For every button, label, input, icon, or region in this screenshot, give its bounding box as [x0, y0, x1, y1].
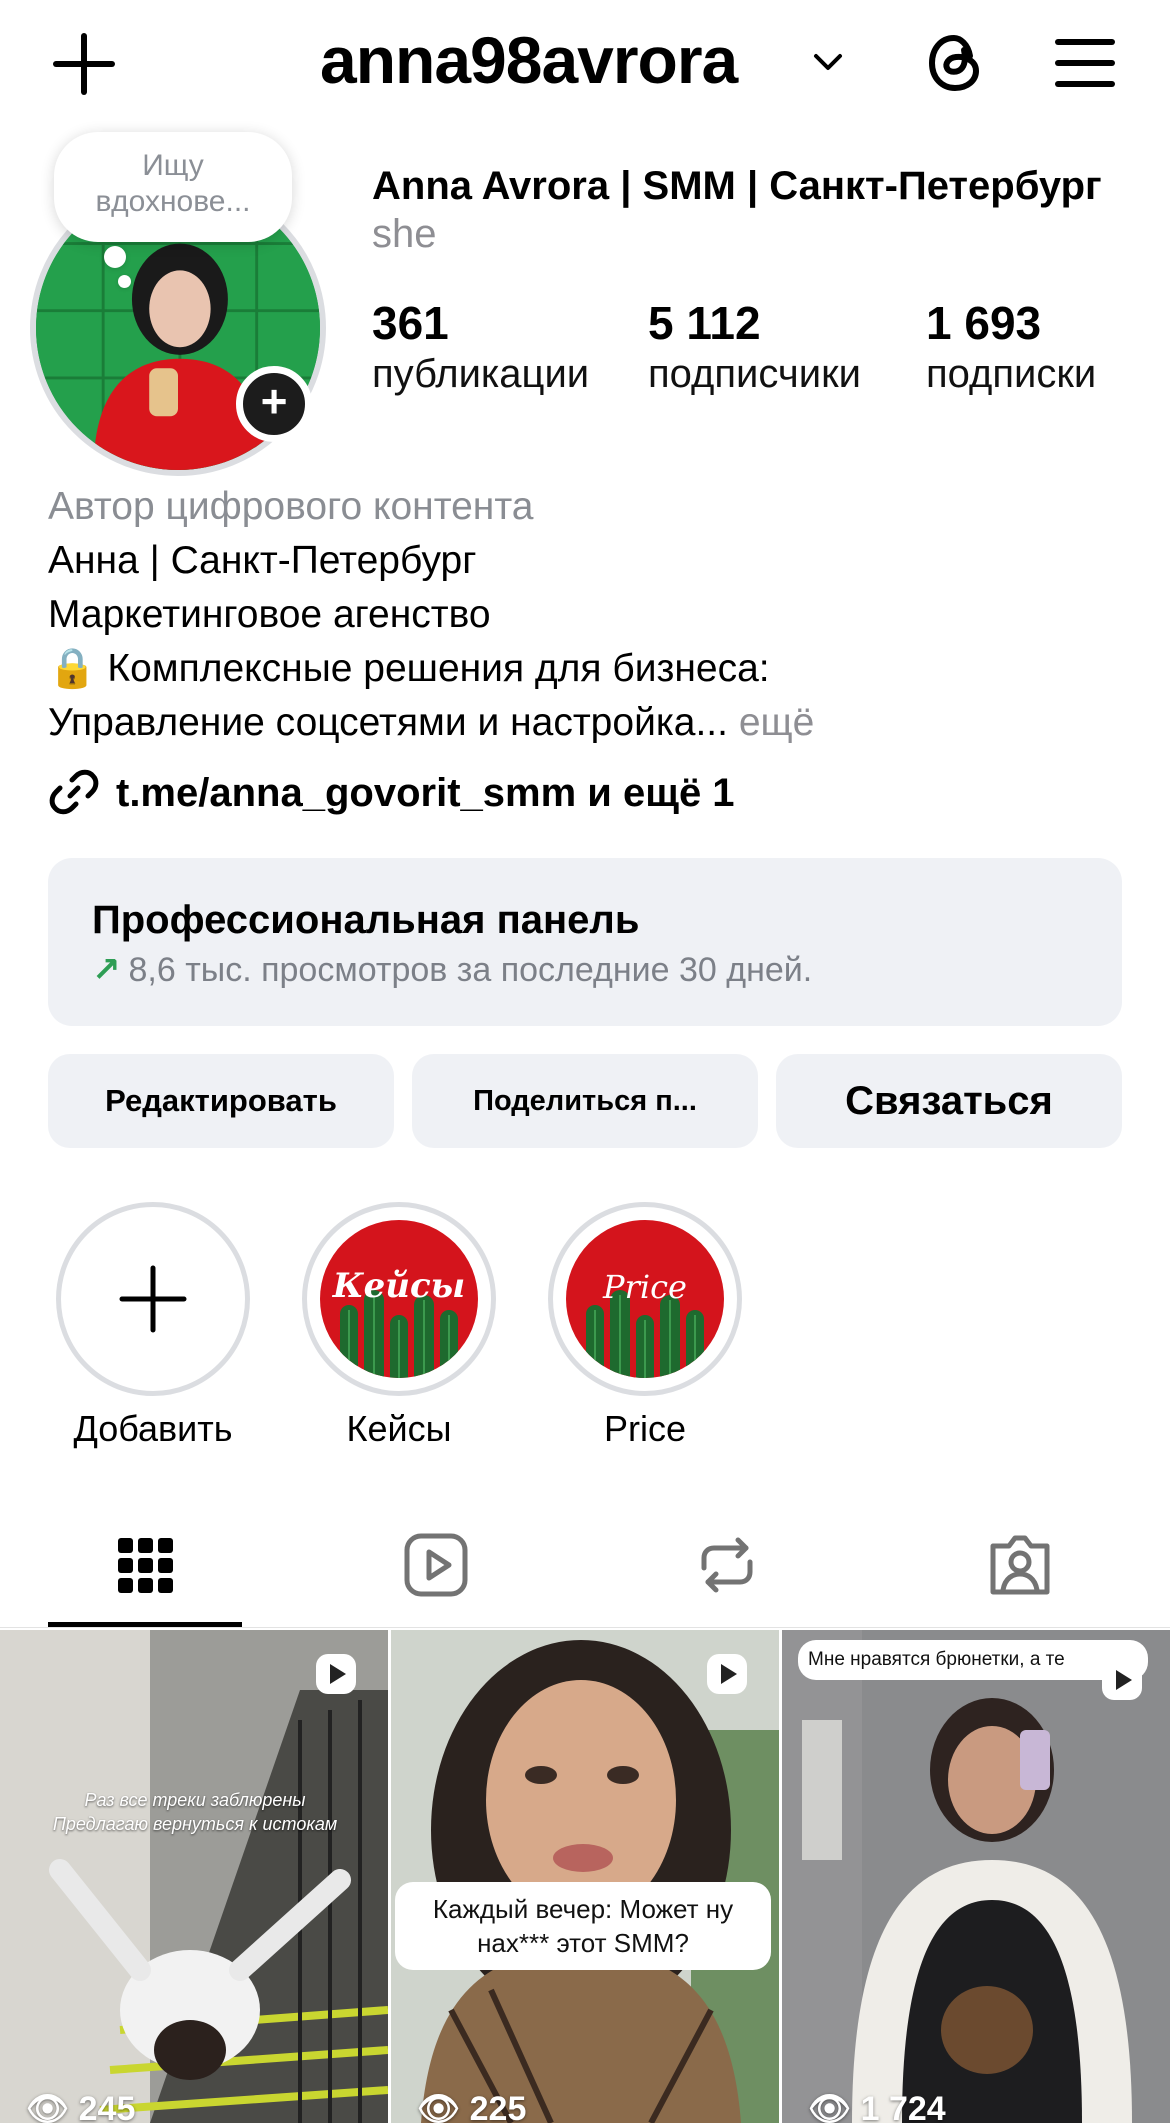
- note-bubble-tail-small: [118, 275, 131, 288]
- followers-count[interactable]: 5 112: [648, 296, 761, 350]
- pro-panel-subtitle: ↗ 8,6 тыс. просмотров за последние 30 дне…: [92, 950, 812, 990]
- highlight-cases[interactable]: Кейсы: [302, 1202, 496, 1396]
- profile-link[interactable]: t.me/anna_govorit_smm и ещё 1: [48, 766, 735, 818]
- link-icon: [49, 769, 99, 815]
- share-profile-button[interactable]: Поделиться п...: [412, 1054, 758, 1148]
- highlight-cover-text: Кейсы: [332, 1266, 466, 1306]
- highlight-label: Кейсы: [346, 1408, 452, 1449]
- edit-profile-button[interactable]: Редактировать: [48, 1054, 394, 1148]
- post-tile[interactable]: Раз все треки заблюрены Предлагаю вернут…: [0, 1630, 388, 2123]
- bio-line: Маркетинговое агенство: [48, 593, 491, 636]
- username-title[interactable]: anna98avrora: [320, 22, 738, 98]
- note-bubble-tail: [104, 246, 126, 268]
- bio-line: Управление соцсетями и настройка...: [48, 701, 728, 744]
- threads-icon[interactable]: [918, 26, 992, 100]
- views-count: 245: [78, 2090, 136, 2123]
- pro-panel-stats: 8,6 тыс. просмотров за последние 30 дней…: [128, 951, 813, 989]
- post-tile[interactable]: Мне нравятся брюнетки, а те 👁 1 724: [782, 1630, 1170, 2123]
- highlight-label: Price: [603, 1408, 687, 1449]
- eye-icon: 👁: [808, 2090, 852, 2123]
- posts-count[interactable]: 361: [372, 296, 449, 350]
- reel-badge-icon: [707, 1654, 747, 1694]
- reel-badge-icon: [1102, 1660, 1142, 1700]
- highlight-add[interactable]: [56, 1202, 250, 1396]
- profile-link-text: t.me/anna_govorit_smm и ещё 1: [116, 771, 735, 815]
- post-caption: Каждый вечер: Может ну нах*** этот SMM?: [395, 1882, 771, 1970]
- repost-icon[interactable]: [692, 1530, 762, 1600]
- bio-line: 🔒 Комплексные решения для бизнеса:: [48, 647, 770, 690]
- grid-icon[interactable]: [110, 1530, 180, 1600]
- highlight-price[interactable]: Price: [548, 1202, 742, 1396]
- bio-more-link[interactable]: ещё: [739, 701, 814, 744]
- full-name: Anna Avrora | SMM | Санкт-Петербург: [372, 164, 1102, 208]
- post-thumbnail: [391, 1630, 779, 2123]
- bio-line-truncated: Управление соцсетями и настройка... ещё: [48, 696, 1138, 750]
- pronoun: she: [372, 212, 437, 256]
- tagged-icon[interactable]: [985, 1530, 1055, 1600]
- following-count[interactable]: 1 693: [926, 296, 1041, 350]
- note-text: Ищу вдохнове...: [95, 149, 251, 218]
- highlight-label: Добавить: [73, 1408, 233, 1449]
- posts-label[interactable]: публикации: [372, 352, 589, 397]
- highlight-cover-text: Price: [603, 1268, 687, 1306]
- views-count: 225: [469, 2090, 527, 2123]
- post-views: 👁 225: [417, 2089, 526, 2123]
- highlight-cover: Price: [566, 1220, 724, 1378]
- post-caption: Раз все треки заблюрены Предлагаю вернут…: [52, 1790, 338, 1834]
- views-count: 1 724: [860, 2090, 946, 2123]
- reel-badge-icon: [316, 1654, 356, 1694]
- profile-name: Anna Avrora | SMM | Санкт-Петербург she: [372, 162, 1152, 258]
- new-post-plus-icon[interactable]: [48, 28, 120, 100]
- plus-icon: [119, 1265, 187, 1333]
- post-views: 👁 1 724: [808, 2089, 946, 2123]
- post-thumbnail: [782, 1630, 1170, 2123]
- post-views: 👁 245: [26, 2089, 135, 2123]
- pro-panel-title: Профессиональная панель: [92, 898, 640, 942]
- add-story-button[interactable]: +: [236, 366, 312, 442]
- trend-up-icon: ↗: [92, 951, 121, 989]
- profile-category: Автор цифрового контента: [48, 485, 534, 528]
- reels-icon[interactable]: [401, 1530, 471, 1600]
- menu-icon[interactable]: [1052, 30, 1118, 96]
- chevron-down-icon[interactable]: [810, 44, 846, 80]
- post-caption: Мне нравятся брюнетки, а те: [798, 1640, 1148, 1680]
- bio-line: Анна | Санкт-Петербург: [48, 539, 477, 582]
- highlight-cover: Кейсы: [320, 1220, 478, 1378]
- following-label[interactable]: подписки: [926, 352, 1096, 397]
- eye-icon: 👁: [417, 2090, 461, 2123]
- tabs-divider: [0, 1627, 1170, 1628]
- eye-icon: 👁: [26, 2090, 70, 2123]
- contact-button[interactable]: Связаться: [776, 1054, 1122, 1148]
- post-tile[interactable]: Каждый вечер: Может ну нах*** этот SMM? …: [391, 1630, 779, 2123]
- note-bubble[interactable]: Ищу вдохнове...: [54, 132, 292, 242]
- followers-label[interactable]: подписчики: [648, 352, 861, 397]
- post-thumbnail: [0, 1630, 388, 2123]
